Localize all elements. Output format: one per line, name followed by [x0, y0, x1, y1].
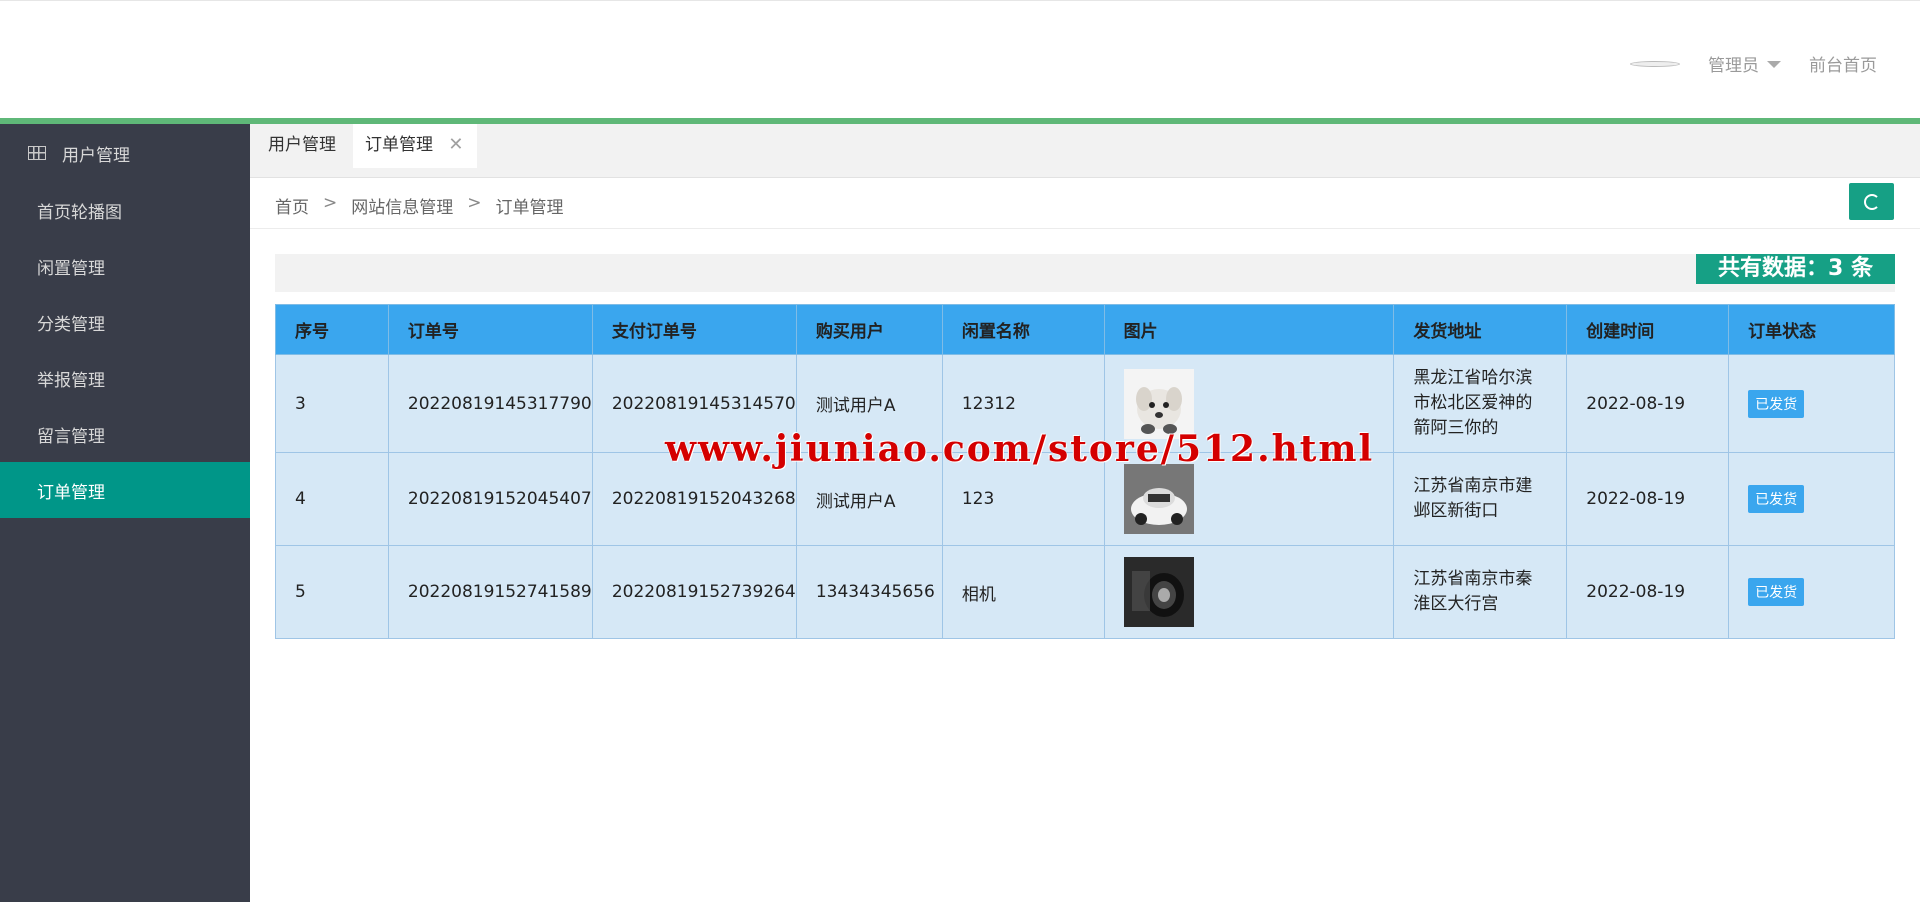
cell-order-no: 20220819152045407: [387, 452, 593, 546]
cell-name: 相机: [941, 545, 1105, 639]
sidebar-item-message[interactable]: 留言管理: [0, 406, 250, 462]
refresh-icon: [1863, 193, 1880, 210]
cell-order-no: 20220819152741589: [387, 545, 593, 639]
breadcrumb-divider: [250, 228, 1920, 229]
header-right: 管理员 前台首页: [1630, 51, 1877, 76]
cell-status: 已发货: [1728, 545, 1895, 639]
cell-created: 2022-08-19: [1566, 452, 1730, 546]
sidebar-head-label: 用户管理: [62, 145, 130, 166]
cell-user: 测试用户A: [795, 354, 943, 453]
top-header: 管理员 前台首页: [0, 0, 1920, 118]
cell-pay-no: 20220819152739264: [591, 545, 797, 639]
tab-label: 订单管理: [365, 135, 433, 155]
breadcrumb: 首页 > 网站信息管理 > 订单管理: [275, 193, 564, 218]
col-header: 支付订单号: [591, 304, 797, 355]
status-badge: 已发货: [1748, 578, 1805, 606]
table-header-row: 序号 订单号 支付订单号 购买用户 闲置名称 图片 发货地址 创建时间 订单状态: [275, 304, 1895, 355]
refresh-button[interactable]: [1849, 183, 1894, 220]
cell-name: 12312: [941, 354, 1105, 453]
cell-pay-no: 20220819152043268: [591, 452, 797, 546]
avatar[interactable]: [1630, 60, 1680, 67]
cell-id: 5: [275, 545, 389, 639]
cell-image: [1103, 354, 1395, 453]
chevron-down-icon: [1767, 61, 1781, 68]
cell-name: 123: [941, 452, 1105, 546]
status-badge: 已发货: [1748, 389, 1805, 418]
sidebar-item-category[interactable]: 分类管理: [0, 294, 250, 350]
breadcrumb-site-info[interactable]: 网站信息管理: [351, 193, 453, 218]
cell-created: 2022-08-19: [1566, 545, 1730, 639]
count-bar: 共有数据：3 条: [275, 254, 1895, 292]
camera-photo[interactable]: [1123, 557, 1194, 627]
table-row: 5 20220819152741589 20220819152739264 13…: [275, 545, 1895, 639]
sidebar-item-carousel[interactable]: 首页轮播图: [0, 182, 250, 238]
cell-address: 江苏省南京市秦淮区大行宫: [1393, 545, 1568, 639]
col-header: 图片: [1103, 304, 1395, 355]
cell-id: 4: [275, 452, 389, 546]
close-icon[interactable]: ✕: [448, 134, 463, 155]
sidebar-item-report[interactable]: 举报管理: [0, 350, 250, 406]
grid-icon: [28, 146, 46, 160]
sidebar-item-idle[interactable]: 闲置管理: [0, 238, 250, 294]
admin-menu[interactable]: 管理员: [1708, 51, 1781, 76]
tab-bar: 用户管理 订单管理 ✕: [250, 124, 1920, 178]
address-text: 江苏省南京市建邺区新街口: [1413, 476, 1533, 521]
col-header: 发货地址: [1393, 304, 1568, 355]
cell-created: 2022-08-19: [1566, 354, 1730, 453]
cell-order-no: 20220819145317790: [387, 354, 593, 453]
cell-user: 13434345656: [795, 545, 943, 639]
sidebar-item-orders[interactable]: 订单管理: [0, 462, 250, 518]
admin-label: 管理员: [1708, 56, 1759, 76]
col-header: 订单状态: [1728, 304, 1895, 355]
cell-address: 黑龙江省哈尔滨市松北区爱神的箭阿三你的: [1393, 354, 1568, 453]
cell-image: [1103, 452, 1395, 546]
sidebar: 用户管理 首页轮播图 闲置管理 分类管理 举报管理 留言管理 订单管理: [0, 124, 250, 902]
col-header: 订单号: [387, 304, 593, 355]
cell-pay-no: 20220819145314570: [591, 354, 797, 453]
sidebar-head-user-management[interactable]: 用户管理: [0, 124, 250, 182]
frontpage-link[interactable]: 前台首页: [1809, 51, 1877, 76]
cell-status: 已发货: [1728, 354, 1895, 453]
address-text: 黑龙江省哈尔滨市松北区爱神的箭阿三你的: [1413, 368, 1533, 438]
cell-status: 已发货: [1728, 452, 1895, 546]
puppy-photo[interactable]: [1123, 368, 1194, 439]
col-header: 购买用户: [795, 304, 943, 355]
breadcrumb-home[interactable]: 首页: [275, 193, 309, 218]
col-header: 闲置名称: [941, 304, 1105, 355]
cell-id: 3: [275, 354, 389, 453]
tab-user-management[interactable]: 用户管理: [256, 124, 348, 166]
status-badge: 已发货: [1748, 485, 1805, 513]
breadcrumb-current: 订单管理: [495, 198, 564, 218]
car-photo[interactable]: [1123, 464, 1194, 534]
tab-order-management[interactable]: 订单管理 ✕: [353, 124, 477, 168]
cell-address: 江苏省南京市建邺区新街口: [1393, 452, 1568, 546]
record-count-badge: 共有数据：3 条: [1696, 254, 1895, 284]
address-text: 江苏省南京市秦淮区大行宫: [1413, 569, 1533, 614]
table-row: 4 20220819152045407 20220819152043268 测试…: [275, 452, 1895, 546]
col-header: 序号: [275, 304, 389, 355]
table-row: 3 20220819145317790 20220819145314570 测试…: [275, 354, 1895, 453]
breadcrumb-sep: >: [467, 193, 482, 213]
cell-image: [1103, 545, 1395, 639]
col-header: 创建时间: [1566, 304, 1730, 355]
breadcrumb-sep: >: [323, 193, 338, 213]
tab-label: 用户管理: [268, 135, 336, 155]
orders-table: 序号 订单号 支付订单号 购买用户 闲置名称 图片 发货地址 创建时间 订单状态…: [275, 304, 1895, 639]
cell-user: 测试用户A: [795, 452, 943, 546]
